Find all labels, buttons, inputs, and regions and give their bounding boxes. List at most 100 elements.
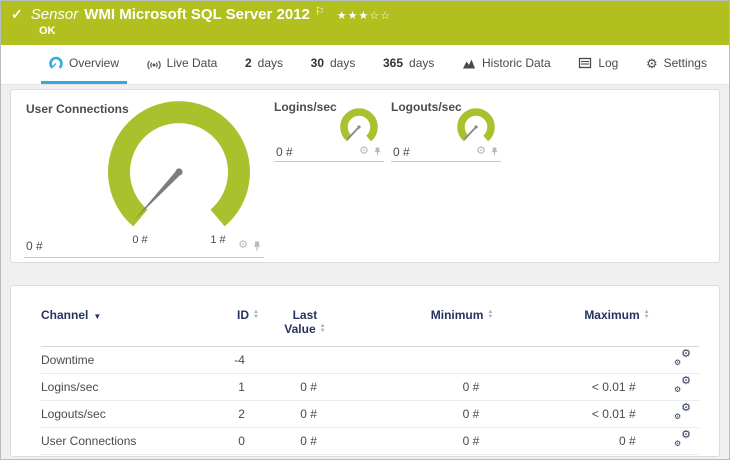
tab-settings[interactable]: ⚙ Settings [638,45,715,84]
tab-label: Overview [69,56,120,70]
minimum-cell: 0 # [462,380,480,394]
col-header-label: Maximum [584,308,640,322]
minimum-cell [331,347,493,374]
gear-icon: ⚙ [681,429,691,441]
gauge-tile-logouts: Logouts/sec 0 # ⚙ [391,98,501,162]
gauge-value: 0 # [393,144,410,159]
status-badge: OK [39,25,56,37]
tab-label: Historic Data [482,56,551,70]
settings-gear-icon: ⚙ [645,55,658,71]
channels-panel: Channel ▼ ID ▲ ▼ Last Value ▲ ▼ Minimum ▲ ▼ Max [10,285,720,457]
minimum-cell: 0 # [462,407,480,421]
gear-icon: ⚙ [681,375,691,387]
tab-label: days [330,56,356,70]
pin-icon[interactable] [490,147,499,156]
channel-name-cell: User Connections [41,434,137,448]
gauge-value: 0 # [276,144,293,159]
gear-icon: ⚙ [674,358,682,367]
tab-label: days [409,56,435,70]
sort-icon: ▲ ▼ [643,308,650,320]
col-header-actions [650,300,699,347]
col-header-label: Channel [41,308,89,322]
sensor-overview-page: ✓ Sensor WMI Microsoft SQL Server 2012 ⚐… [0,0,730,460]
channel-settings-button[interactable]: ⚙ ⚙ [674,429,691,448]
id-cell: 2 [238,407,245,421]
last-value-cell: 0 # [300,407,317,421]
table-row-logins: Logins/sec 1 0 # 0 # < 0.01 # ⚙ ⚙ [41,374,699,401]
col-header-minimum[interactable]: Minimum ▲ ▼ [331,300,494,347]
col-header-maximum[interactable]: Maximum ▲ ▼ [493,300,649,347]
table-row-downtime: Downtime -4 ⚙ ⚙ [41,347,699,374]
gear-icon: ⚙ [674,385,682,394]
tab-365-days[interactable]: 365 days [375,45,442,84]
gear-icon[interactable]: ⚙ [359,146,369,157]
tab-bar: Overview Live Data 2 days 30 days 365 da… [1,45,729,85]
minimum-cell: 0 # [462,434,480,448]
tab-number: 2 [244,56,252,70]
historic-data-icon [462,56,476,70]
tab-live-data[interactable]: Live Data [139,45,226,84]
tab-historic-data[interactable]: Historic Data [454,45,559,84]
user-connections-gauge [108,101,250,227]
last-value-cell [259,347,331,374]
maximum-cell: < 0.01 # [591,380,636,394]
maximum-cell [493,347,649,374]
id-cell: 1 [238,380,245,394]
status-check-icon: ✓ [11,6,23,22]
gear-icon[interactable]: ⚙ [476,146,486,157]
gear-icon: ⚙ [674,439,682,448]
overview-gauge-icon [49,56,63,70]
col-header-label: Last Value [284,308,318,336]
sensor-kind-label: Sensor [30,6,79,23]
tab-label: days [257,56,284,70]
col-header-channel[interactable]: Channel ▼ [41,300,195,347]
channel-settings-button[interactable]: ⚙ ⚙ [674,402,691,421]
gear-icon: ⚙ [681,402,691,414]
gauge-value: 0 # [26,238,43,253]
pin-icon[interactable] [252,241,262,251]
last-value-cell: 0 # [300,380,317,394]
gauge-title: Logouts/sec [391,100,462,114]
channel-name-cell: Logouts/sec [41,407,106,421]
maximum-cell: < 0.01 # [591,407,636,421]
flag-icon[interactable]: ⚐ [315,5,325,18]
gauge-tile-logins: Logins/sec 0 # ⚙ [274,98,384,162]
live-data-icon [146,56,161,71]
gear-icon[interactable]: ⚙ [238,240,248,251]
col-header-label: Minimum [430,308,484,322]
gear-icon: ⚙ [681,348,691,360]
tab-number: 365 [382,56,404,70]
priority-stars[interactable]: ★★★☆☆ [337,9,391,22]
id-cell: -4 [234,353,245,367]
gear-icon: ⚙ [674,412,682,421]
sort-desc-icon: ▼ [93,312,102,321]
tab-label: Log [598,56,619,70]
last-value-cell: 0 # [300,434,317,448]
tab-label: Settings [663,56,707,70]
table-row-user-connections: User Connections 0 0 # 0 # 0 # ⚙ ⚙ [41,428,699,455]
channel-name-cell: Downtime [41,353,95,367]
sort-icon: ▲ ▼ [319,322,326,334]
gauges-panel: User Connections 0 # 1 # 0 # ⚙ Logins/se… [10,89,720,263]
channel-settings-button[interactable]: ⚙ ⚙ [674,375,691,394]
tab-log[interactable]: Log [570,45,626,84]
sort-icon: ▲ ▼ [487,308,494,320]
tab-label: Live Data [166,56,218,70]
col-header-label: ID [237,308,249,322]
pin-icon[interactable] [373,147,382,156]
gauge-needle [134,170,182,221]
col-header-last-value[interactable]: Last Value ▲ ▼ [259,300,331,347]
log-icon [578,56,592,70]
table-row-logouts: Logouts/sec 2 0 # 0 # < 0.01 # ⚙ ⚙ [41,401,699,428]
channels-table: Channel ▼ ID ▲ ▼ Last Value ▲ ▼ Minimum ▲ ▼ Max [41,300,699,455]
col-header-id[interactable]: ID ▲ ▼ [195,300,259,347]
tab-number: 30 [310,56,324,70]
gauge-title: Logins/sec [274,100,337,114]
channel-settings-button[interactable]: ⚙ ⚙ [674,348,691,367]
maximum-cell: 0 # [618,434,636,448]
channel-name-cell: Logins/sec [41,380,99,394]
gauge-tile-user-connections: User Connections 0 # 1 # 0 # ⚙ [24,98,264,258]
tab-30-days[interactable]: 30 days [303,45,364,84]
tab-2-days[interactable]: 2 days [237,45,291,84]
tab-overview[interactable]: Overview [41,45,128,84]
